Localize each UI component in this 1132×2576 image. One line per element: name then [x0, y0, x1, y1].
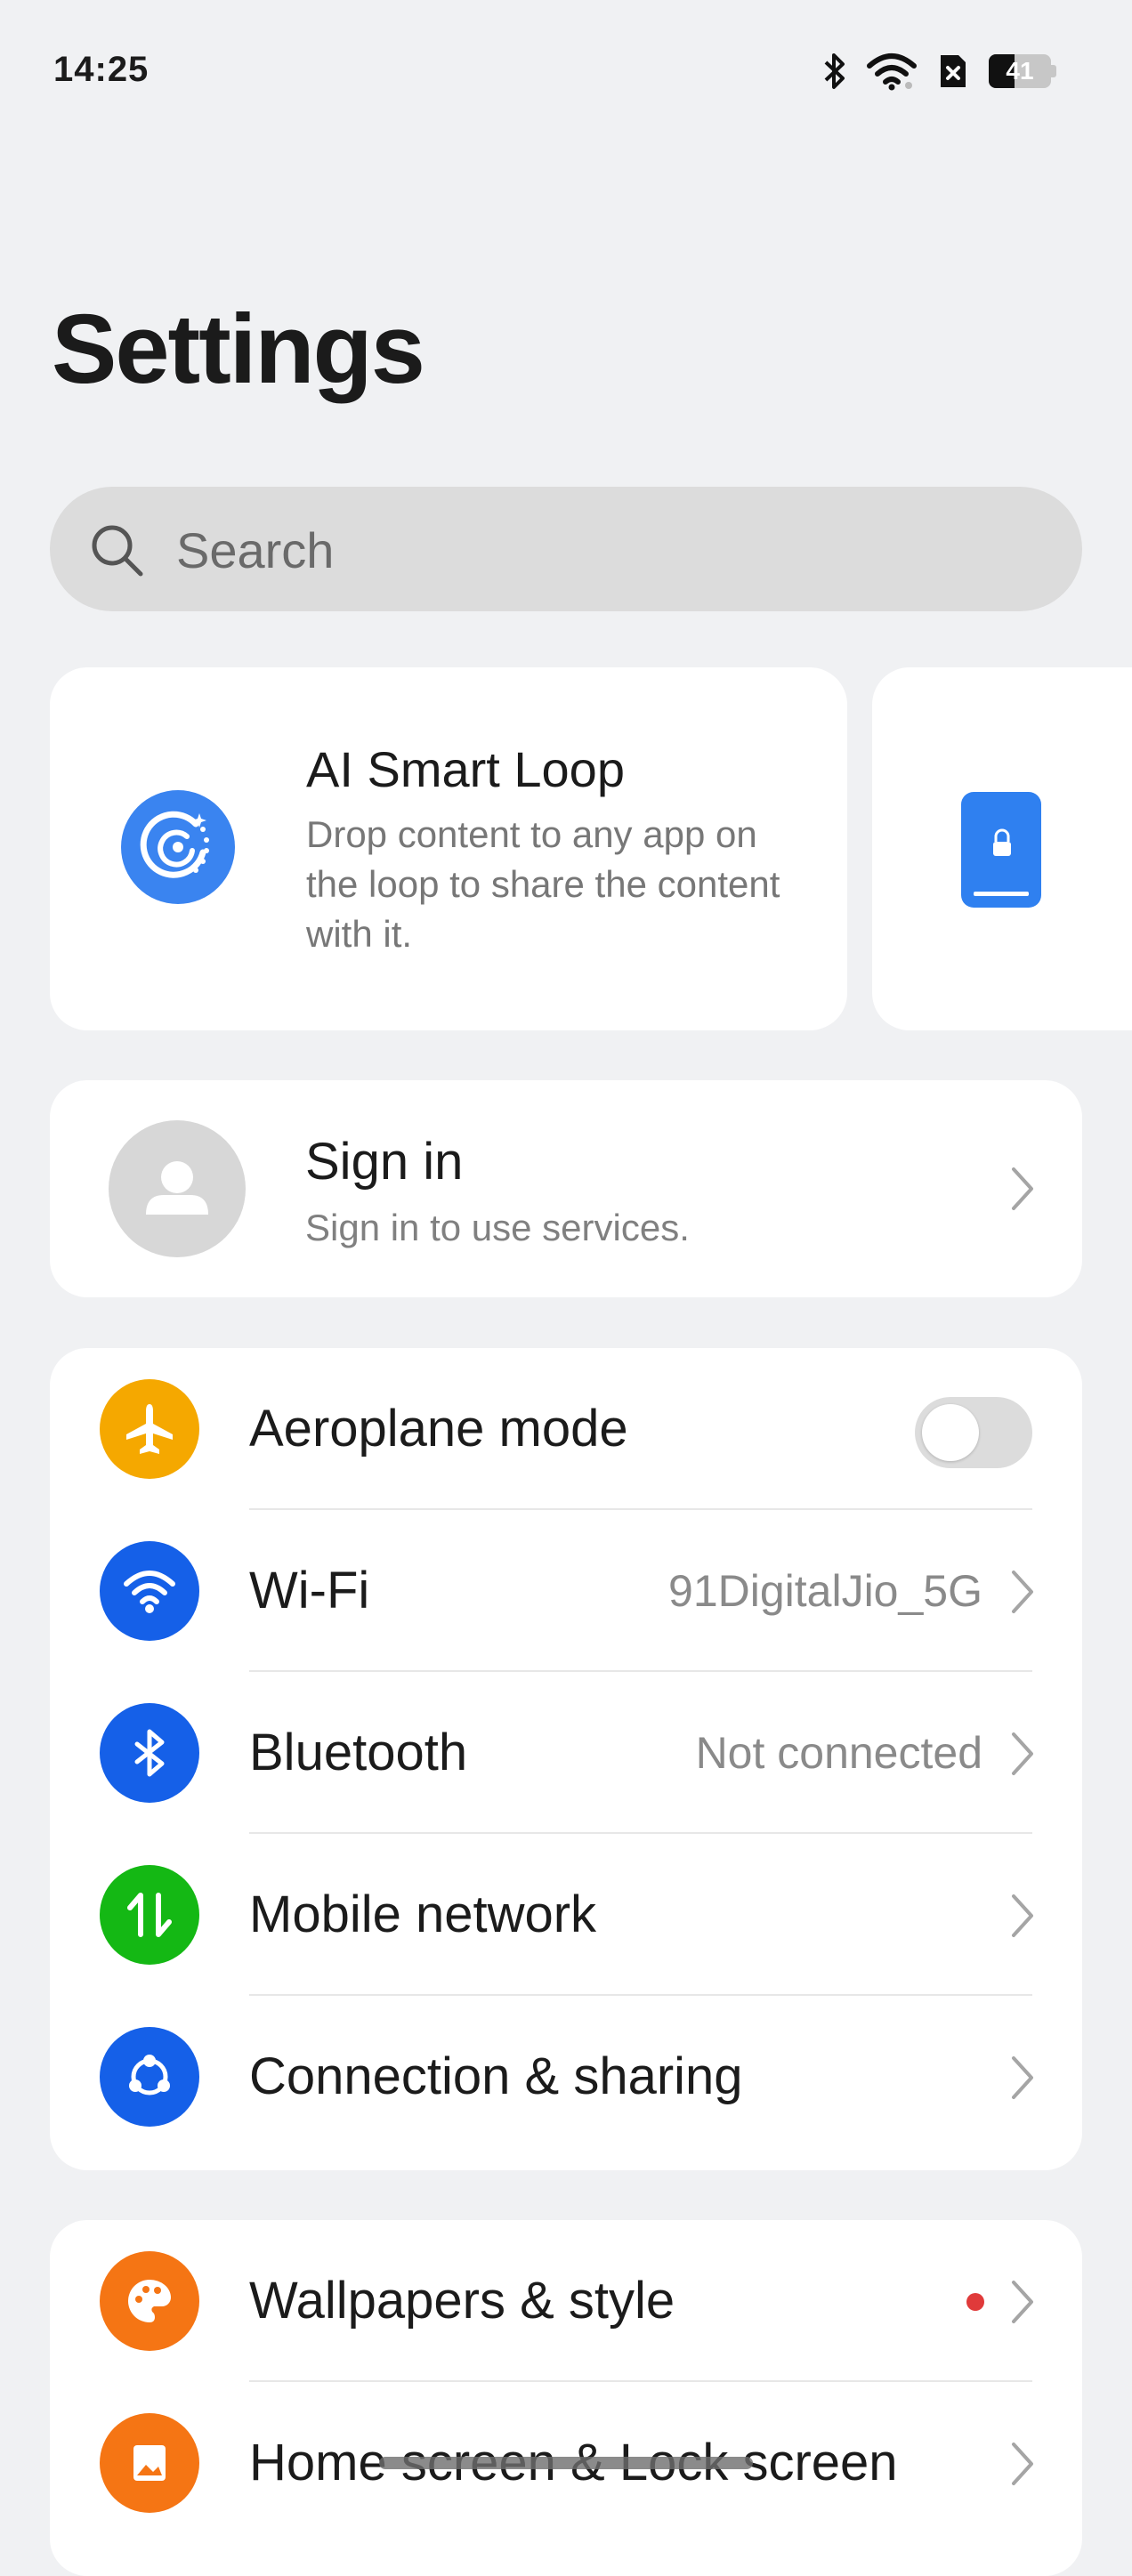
status-icons: 41 — [823, 52, 1056, 91]
wifi-network-name: 91DigitalJio_5G — [668, 1566, 982, 1616]
phone-lock-icon — [961, 792, 1041, 908]
notification-badge — [966, 2293, 984, 2311]
settings-item-aeroplane[interactable]: Aeroplane mode — [50, 1348, 1082, 1510]
settings-item-label: Mobile network — [249, 1886, 597, 1943]
avatar — [109, 1120, 246, 1257]
no-sim-icon — [937, 52, 969, 91]
settings-item-mobile-network[interactable]: Mobile network — [50, 1834, 1082, 1996]
home-indicator[interactable] — [379, 2457, 753, 2469]
share-icon — [100, 2027, 199, 2127]
settings-item-label: Wallpapers & style — [249, 2272, 675, 2330]
battery-level: 41 — [1006, 57, 1034, 85]
chevron-right-icon — [1009, 2055, 1036, 2105]
sign-in-title: Sign in — [305, 1133, 464, 1191]
connectivity-group: Aeroplane mode Wi-Fi 91DigitalJio_5G Blu… — [50, 1348, 1082, 2170]
smart-loop-title: AI Smart Loop — [306, 741, 625, 797]
palette-icon — [100, 2251, 199, 2351]
status-time: 14:25 — [53, 50, 150, 89]
search-icon — [89, 522, 146, 584]
chevron-right-icon — [1009, 1166, 1036, 1216]
bluetooth-icon — [100, 1703, 199, 1803]
smart-loop-description: Drop content to any app on the loop to s… — [306, 813, 780, 955]
mobile-data-icon — [100, 1865, 199, 1965]
sign-in-card[interactable]: Sign in Sign in to use services. — [50, 1080, 1082, 1297]
chevron-right-icon — [1009, 2279, 1036, 2330]
personalization-group: Wallpapers & style Home screen & Lock sc… — [50, 2220, 1082, 2576]
search-input[interactable] — [174, 487, 1032, 613]
chevron-right-icon — [1009, 1569, 1036, 1619]
wifi-icon — [100, 1541, 199, 1641]
wifi-icon — [866, 52, 918, 91]
chevron-right-icon — [1009, 2441, 1036, 2491]
smart-loop-card[interactable]: AI Smart Loop Drop content to any app on… — [50, 667, 847, 1030]
airplane-icon — [100, 1379, 199, 1479]
search-bar[interactable] — [50, 487, 1082, 613]
settings-item-bluetooth[interactable]: Bluetooth Not connected — [50, 1672, 1082, 1834]
smart-loop-icon — [121, 790, 235, 904]
page-title: Settings — [52, 295, 425, 404]
sign-in-subtitle: Sign in to use services. — [305, 1207, 690, 1248]
bluetooth-status: Not connected — [695, 1728, 982, 1778]
settings-item-label: Connection & sharing — [249, 2047, 743, 2105]
settings-item-label: Wi-Fi — [249, 1562, 370, 1619]
bluetooth-icon — [823, 52, 846, 91]
settings-item-connection-sharing[interactable]: Connection & sharing — [50, 1996, 1082, 2158]
chevron-right-icon — [1009, 1731, 1036, 1781]
settings-item-wallpapers[interactable]: Wallpapers & style — [50, 2220, 1082, 2382]
settings-item-wifi[interactable]: Wi-Fi 91DigitalJio_5G — [50, 1510, 1082, 1672]
home-screen-icon — [100, 2413, 199, 2513]
settings-item-label: Bluetooth — [249, 1724, 468, 1781]
aeroplane-mode-toggle[interactable] — [915, 1397, 1032, 1468]
status-bar: 14:25 41 — [0, 0, 1132, 142]
next-card[interactable] — [872, 667, 1132, 1030]
battery-icon: 41 — [989, 54, 1056, 88]
chevron-right-icon — [1009, 1893, 1036, 1943]
settings-item-label: Aeroplane mode — [249, 1400, 628, 1458]
